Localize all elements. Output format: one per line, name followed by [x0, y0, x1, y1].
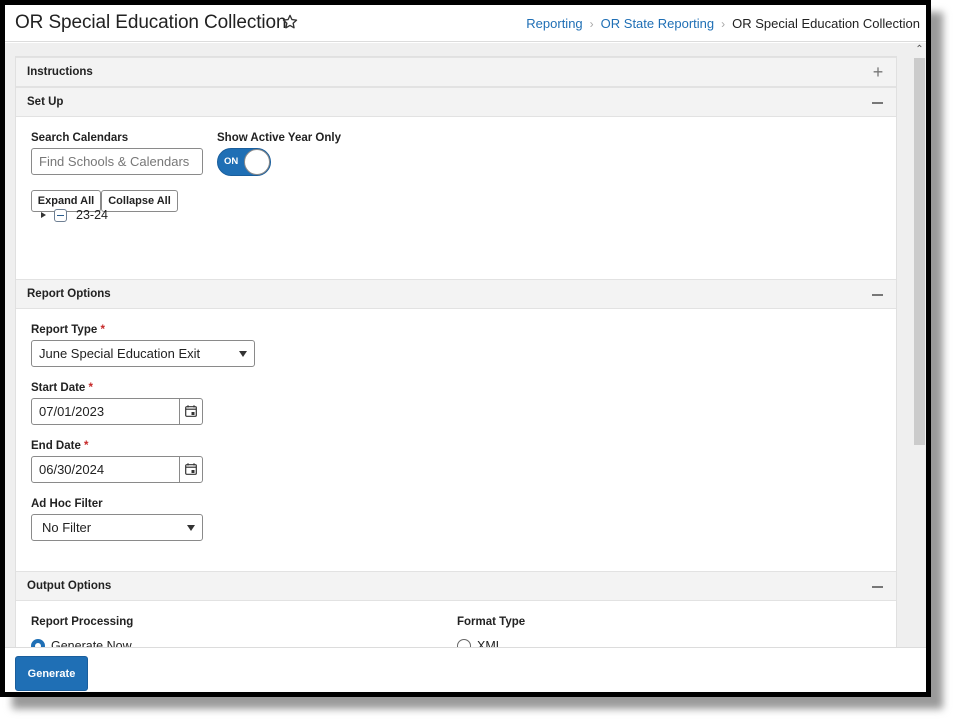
generate-button[interactable]: Generate	[15, 656, 88, 691]
star-icon[interactable]	[281, 13, 299, 31]
breadcrumb-current: OR Special Education Collection	[732, 16, 920, 31]
format-type-label: Format Type	[457, 616, 526, 628]
toggle-state: ON	[224, 156, 239, 167]
search-calendars-input[interactable]: Find Schools & Calendars	[31, 148, 203, 175]
section-title: Output Options	[27, 580, 112, 592]
section-report-options-header[interactable]: Report Options	[16, 279, 896, 309]
minus-icon[interactable]	[870, 285, 886, 303]
required-marker: *	[100, 324, 105, 336]
scroll-up-icon[interactable]: ⌃	[914, 44, 925, 56]
label-text: Report Type	[31, 324, 98, 336]
minus-icon[interactable]	[870, 577, 886, 595]
report-panel: Instructions + Set Up Search Calendars F…	[15, 56, 897, 647]
page-header: OR Special Education Collection Reportin…	[5, 5, 926, 42]
generate-now-label[interactable]: Generate Now	[51, 639, 132, 647]
breadcrumb-or-state-reporting[interactable]: OR State Reporting	[601, 16, 714, 31]
select-value: June Special Education Exit	[39, 346, 201, 361]
section-title: Report Options	[27, 288, 111, 300]
end-date-label: End Date *	[31, 440, 89, 452]
search-calendars-label: Search Calendars	[31, 132, 129, 144]
show-active-year-label: Show Active Year Only	[217, 132, 341, 144]
section-setup-header[interactable]: Set Up	[16, 87, 896, 117]
section-output-options-header[interactable]: Output Options	[16, 571, 896, 601]
date-value: 07/01/2023	[39, 404, 105, 419]
tree-node-label[interactable]: 23-24	[76, 208, 108, 222]
caret-down-icon	[239, 351, 247, 357]
required-marker: *	[84, 440, 89, 452]
calendar-icon	[185, 405, 197, 417]
section-title: Instructions	[27, 66, 93, 78]
breadcrumb-reporting[interactable]: Reporting	[526, 16, 582, 31]
plus-icon[interactable]: +	[870, 63, 886, 81]
app-window: OR Special Education Collection Reportin…	[5, 5, 926, 692]
label-text: End Date	[31, 440, 81, 452]
generate-now-radio[interactable]	[31, 639, 45, 647]
calendar-tree-node: 23-24	[38, 207, 108, 223]
action-footer: Generate	[5, 647, 926, 692]
ad-hoc-filter-select[interactable]: No Filter	[31, 514, 203, 541]
scrollbar-thumb[interactable]	[914, 58, 925, 445]
report-processing-label: Report Processing	[31, 616, 134, 628]
chevron-right-icon: ›	[589, 16, 594, 31]
select-value: No Filter	[42, 520, 92, 535]
end-date-input[interactable]: 06/30/2024	[31, 456, 203, 483]
active-year-toggle[interactable]: ON	[217, 148, 271, 176]
window-frame: OR Special Education Collection Reportin…	[0, 0, 931, 697]
xml-label[interactable]: XML	[477, 639, 503, 647]
vertical-scrollbar[interactable]: ⌃	[913, 43, 926, 647]
minus-icon[interactable]	[870, 93, 886, 111]
caret-down-icon	[187, 525, 195, 531]
start-date-input[interactable]: 07/01/2023	[31, 398, 203, 425]
end-date-picker-button[interactable]	[179, 457, 202, 482]
date-value: 06/30/2024	[39, 462, 105, 477]
page-title: OR Special Education Collection	[15, 12, 287, 33]
calendar-icon	[185, 463, 197, 475]
required-marker: *	[88, 382, 94, 394]
start-date-label: Start Date *	[31, 382, 93, 394]
expand-arrow-icon[interactable]	[41, 212, 46, 218]
xml-radio[interactable]	[457, 639, 471, 647]
partial-checkbox[interactable]	[54, 208, 67, 222]
label-text: Start Date	[31, 382, 86, 394]
report-type-select[interactable]: June Special Education Exit	[31, 340, 255, 367]
toggle-knob	[244, 149, 270, 175]
breadcrumb: Reporting › OR State Reporting › OR Spec…	[526, 16, 920, 31]
content-area: Instructions + Set Up Search Calendars F…	[5, 43, 926, 647]
report-type-label: Report Type *	[31, 324, 105, 336]
ad-hoc-filter-label: Ad Hoc Filter	[31, 498, 103, 510]
section-title: Set Up	[27, 96, 64, 108]
section-instructions-header[interactable]: Instructions +	[16, 57, 896, 87]
collapse-all-button[interactable]: Collapse All	[101, 190, 178, 212]
chevron-right-icon: ›	[721, 16, 726, 31]
start-date-picker-button[interactable]	[179, 399, 202, 424]
